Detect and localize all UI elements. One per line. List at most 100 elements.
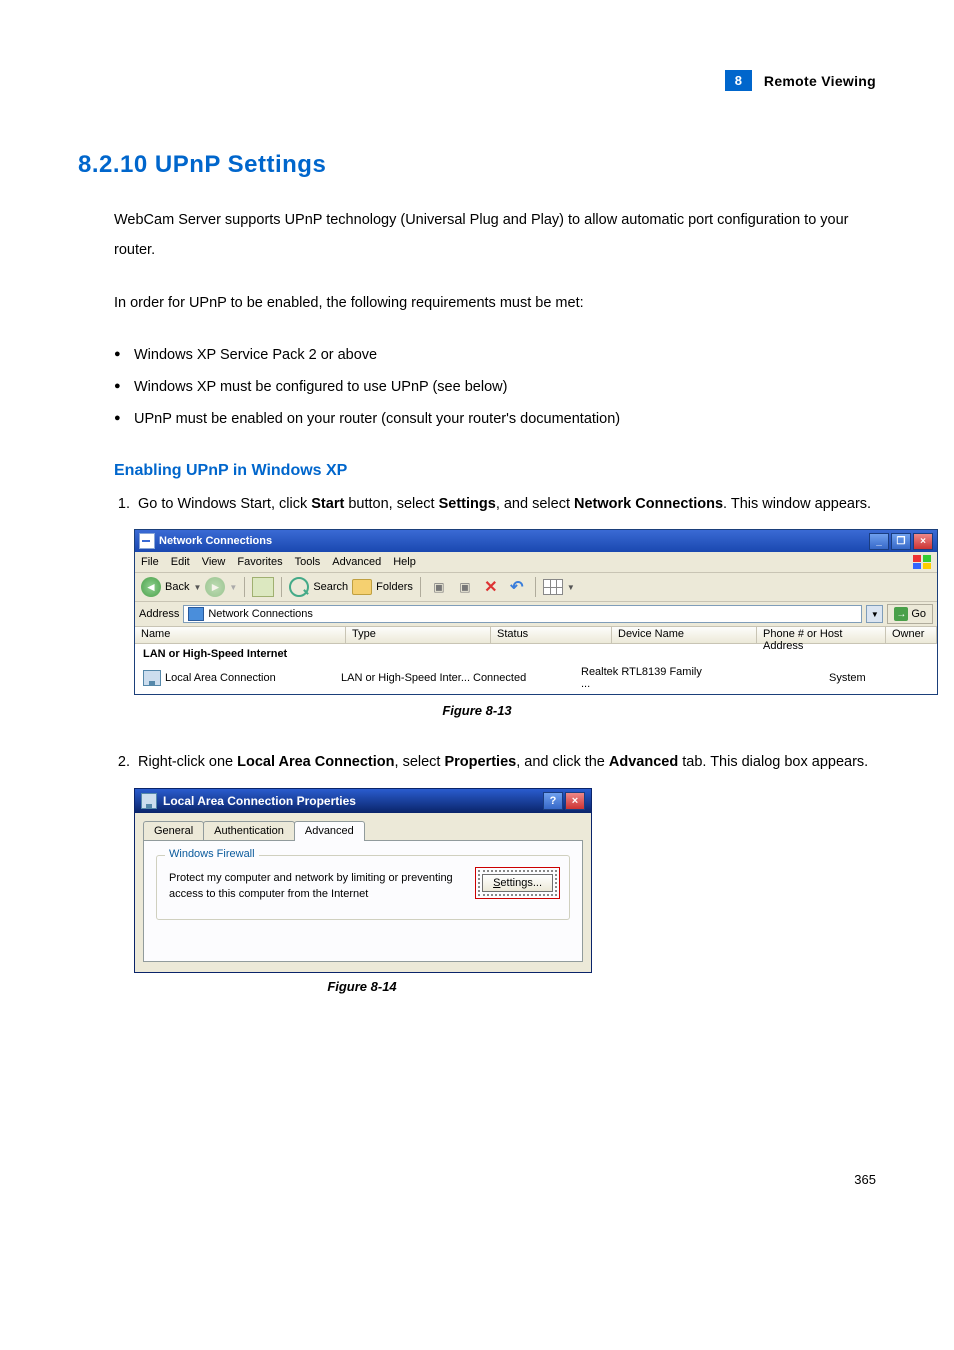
row-name: Local Area Connection xyxy=(165,672,276,684)
tab-general[interactable]: General xyxy=(143,821,204,840)
body-paragraph-1: WebCam Server supports UPnP technology (… xyxy=(78,205,876,266)
toolbar-separator xyxy=(535,577,536,597)
col-device-name[interactable]: Device Name xyxy=(612,627,757,643)
row-owner: System xyxy=(829,672,929,684)
col-owner[interactable]: Owner xyxy=(886,627,937,643)
delete-button[interactable]: ✕ xyxy=(480,576,502,598)
back-button[interactable]: ◄ xyxy=(141,577,161,597)
views-dropdown-icon[interactable]: ▼ xyxy=(567,583,575,592)
list-item: UPnP must be enabled on your router (con… xyxy=(134,404,876,436)
col-name[interactable]: Name xyxy=(135,627,346,643)
menu-favorites[interactable]: Favorites xyxy=(237,556,282,568)
list-row[interactable]: Local Area Connection LAN or High-Speed … xyxy=(135,662,937,694)
list-item: Windows XP Service Pack 2 or above xyxy=(134,340,876,372)
row-type: LAN or High-Speed Inter... xyxy=(341,672,473,684)
menu-tools[interactable]: Tools xyxy=(295,556,321,568)
forward-button[interactable]: ► xyxy=(205,577,225,597)
step-bold: Local Area Connection xyxy=(237,754,394,770)
go-label: Go xyxy=(911,608,926,620)
address-bar: Address Network Connections ▼ → Go xyxy=(135,602,937,627)
folders-label: Folders xyxy=(376,581,413,593)
step-text: , and click the xyxy=(516,754,609,770)
steps-list-1: Go to Windows Start, click Start button,… xyxy=(78,488,876,521)
row-status: Connected xyxy=(473,672,581,684)
steps-list-2: Right-click one Local Area Connection, s… xyxy=(78,746,876,779)
address-icon xyxy=(188,607,204,621)
settings-label-rest: ettings... xyxy=(500,877,542,889)
dialog-icon xyxy=(141,793,157,809)
window-icon xyxy=(139,533,155,549)
address-value: Network Connections xyxy=(208,608,313,620)
chapter-badge: 8 xyxy=(725,70,752,91)
views-button[interactable] xyxy=(543,579,563,595)
address-field[interactable]: Network Connections xyxy=(183,605,862,623)
step-text: button, select xyxy=(344,496,438,512)
back-dropdown-icon[interactable]: ▼ xyxy=(193,583,201,592)
address-label: Address xyxy=(139,608,179,620)
figure-caption-14: Figure 8-14 xyxy=(134,979,590,994)
firewall-description: Protect my computer and network by limit… xyxy=(169,870,462,903)
help-button[interactable]: ? xyxy=(543,792,563,810)
search-button[interactable]: Search xyxy=(289,577,348,597)
figure-caption-13: Figure 8-13 xyxy=(78,703,876,718)
up-button[interactable] xyxy=(252,577,274,597)
figure-8-14: Local Area Connection Properties ? × Gen… xyxy=(78,788,876,994)
step-bold: Advanced xyxy=(609,754,678,770)
groupbox-legend: Windows Firewall xyxy=(165,848,259,860)
settings-button[interactable]: Settings... xyxy=(482,874,553,892)
step-text: . This window appears. xyxy=(723,496,871,512)
tab-authentication[interactable]: Authentication xyxy=(203,821,295,840)
menu-bar: File Edit View Favorites Tools Advanced … xyxy=(135,552,937,573)
figure-8-13: Network Connections _ ❐ × File Edit View… xyxy=(78,529,876,695)
col-phone[interactable]: Phone # or Host Address xyxy=(757,627,886,643)
chapter-header: 8 Remote Viewing xyxy=(78,70,876,91)
window-titlebar[interactable]: Network Connections _ ❐ × xyxy=(135,530,937,552)
step-text: tab. This dialog box appears. xyxy=(678,754,868,770)
back-label: Back xyxy=(165,581,189,593)
lan-connection-icon xyxy=(143,670,161,686)
step-text: Go to Windows Start, click xyxy=(138,496,311,512)
step-item: Go to Windows Start, click Start button,… xyxy=(134,488,876,521)
close-button[interactable]: × xyxy=(565,792,585,810)
firewall-groupbox: Windows Firewall Protect my computer and… xyxy=(156,855,570,920)
tab-advanced[interactable]: Advanced xyxy=(294,821,365,841)
search-label: Search xyxy=(313,581,348,593)
move-to-button[interactable]: ▣ xyxy=(428,576,450,598)
menu-advanced[interactable]: Advanced xyxy=(332,556,381,568)
connection-properties-dialog: Local Area Connection Properties ? × Gen… xyxy=(134,788,592,973)
step-text: , and select xyxy=(496,496,574,512)
section-heading: 8.2.10 UPnP Settings xyxy=(78,151,876,179)
search-icon xyxy=(289,577,309,597)
menu-view[interactable]: View xyxy=(202,556,226,568)
dialog-titlebar[interactable]: Local Area Connection Properties ? × xyxy=(135,789,591,813)
dialog-title: Local Area Connection Properties xyxy=(163,794,543,808)
chapter-title: Remote Viewing xyxy=(764,73,876,89)
col-type[interactable]: Type xyxy=(346,627,491,643)
maximize-button[interactable]: ❐ xyxy=(891,533,911,550)
list-item: Windows XP must be configured to use UPn… xyxy=(134,372,876,404)
step-text: Right-click one xyxy=(138,754,237,770)
settings-button-highlight: Settings... xyxy=(478,870,557,896)
undo-button[interactable]: ↶ xyxy=(506,576,528,598)
list-group-header: LAN or High-Speed Internet xyxy=(135,644,937,662)
page-number: 365 xyxy=(78,1002,876,1187)
col-status[interactable]: Status xyxy=(491,627,612,643)
address-dropdown-icon[interactable]: ▼ xyxy=(866,605,883,623)
step-bold: Network Connections xyxy=(574,496,723,512)
menu-edit[interactable]: Edit xyxy=(171,556,190,568)
go-arrow-icon: → xyxy=(894,607,908,621)
menu-help[interactable]: Help xyxy=(393,556,416,568)
body-paragraph-2: In order for UPnP to be enabled, the fol… xyxy=(78,288,876,318)
forward-dropdown-icon: ▼ xyxy=(229,583,237,592)
tab-strip: General Authentication Advanced xyxy=(135,813,591,840)
minimize-button[interactable]: _ xyxy=(869,533,889,550)
menu-file[interactable]: File xyxy=(141,556,159,568)
step-bold: Settings xyxy=(439,496,496,512)
list-body: LAN or High-Speed Internet Local Area Co… xyxy=(135,644,937,694)
network-connections-window: Network Connections _ ❐ × File Edit View… xyxy=(134,529,938,695)
folders-button[interactable]: Folders xyxy=(352,579,413,595)
copy-to-button[interactable]: ▣ xyxy=(454,576,476,598)
window-title: Network Connections xyxy=(159,535,869,547)
go-button[interactable]: → Go xyxy=(887,604,933,624)
close-button[interactable]: × xyxy=(913,533,933,550)
